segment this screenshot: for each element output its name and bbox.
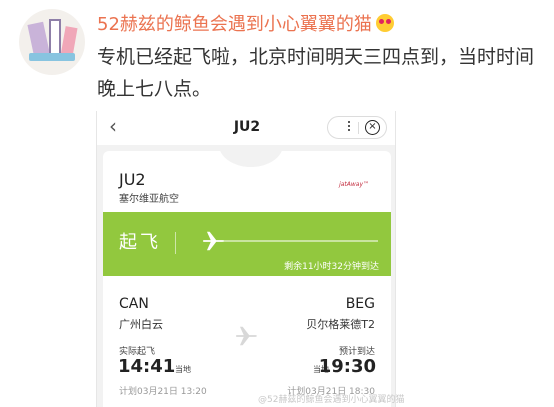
progress-track xyxy=(223,240,378,242)
watermark: @52赫兹的鲸鱼会遇到小心翼翼的猫 xyxy=(258,395,405,405)
airline-logo: jatAway™ xyxy=(339,181,369,188)
username-text[interactable]: 52赫兹的鲸鱼会遇到小心翼翼的猫 xyxy=(97,14,372,35)
miniprogram-topbar: ‹ JU2 × xyxy=(97,111,395,145)
departure-scheduled: 计划03月21日 13:20 xyxy=(119,387,207,397)
arrival-code: BEG xyxy=(345,296,375,312)
capsule-divider xyxy=(358,122,359,134)
username[interactable]: 52赫兹的鲸鱼会遇到小心翼翼的猫 xyxy=(97,10,394,36)
status-label: 起飞 xyxy=(119,232,161,253)
departure-airport: 广州白云 xyxy=(119,318,163,331)
flight-status-band: 起飞 剩余11小时32分钟到达 xyxy=(103,212,391,276)
airline-name: 塞尔维亚航空 xyxy=(119,194,179,205)
avatar[interactable] xyxy=(19,9,85,75)
departure-code: CAN xyxy=(119,296,149,312)
departure-time: 14:41 xyxy=(118,356,176,377)
arrival-time: 19:30 xyxy=(318,356,376,377)
remaining-time: 剩余11小时32分钟到达 xyxy=(284,262,379,272)
arrival-airport: 贝尔格莱德T2 xyxy=(306,318,375,331)
flight-code: JU2 xyxy=(119,170,146,189)
post-text: 专机已经起飞啦，北京时间明天三四点到，当时时间晚上七八点。 xyxy=(97,46,535,100)
heart-eyes-emoji-icon xyxy=(375,14,394,32)
departure-timezone: 当地 xyxy=(175,365,191,374)
miniprogram-capsule[interactable]: × xyxy=(327,116,387,139)
airplane-icon xyxy=(203,231,225,251)
flight-card: JU2 塞尔维亚航空 jatAway™ 起飞 剩余11小时32分钟到达 CAN … xyxy=(103,151,391,407)
more-dots-icon[interactable] xyxy=(348,121,350,134)
airplane-icon xyxy=(236,326,258,346)
close-circle-icon[interactable]: × xyxy=(365,120,380,135)
card-notch xyxy=(219,151,283,167)
flight-screenshot[interactable]: ‹ JU2 × JU2 塞尔维亚航空 jatAway™ 起飞 剩余11小时32分… xyxy=(96,111,396,407)
status-divider xyxy=(175,232,176,254)
